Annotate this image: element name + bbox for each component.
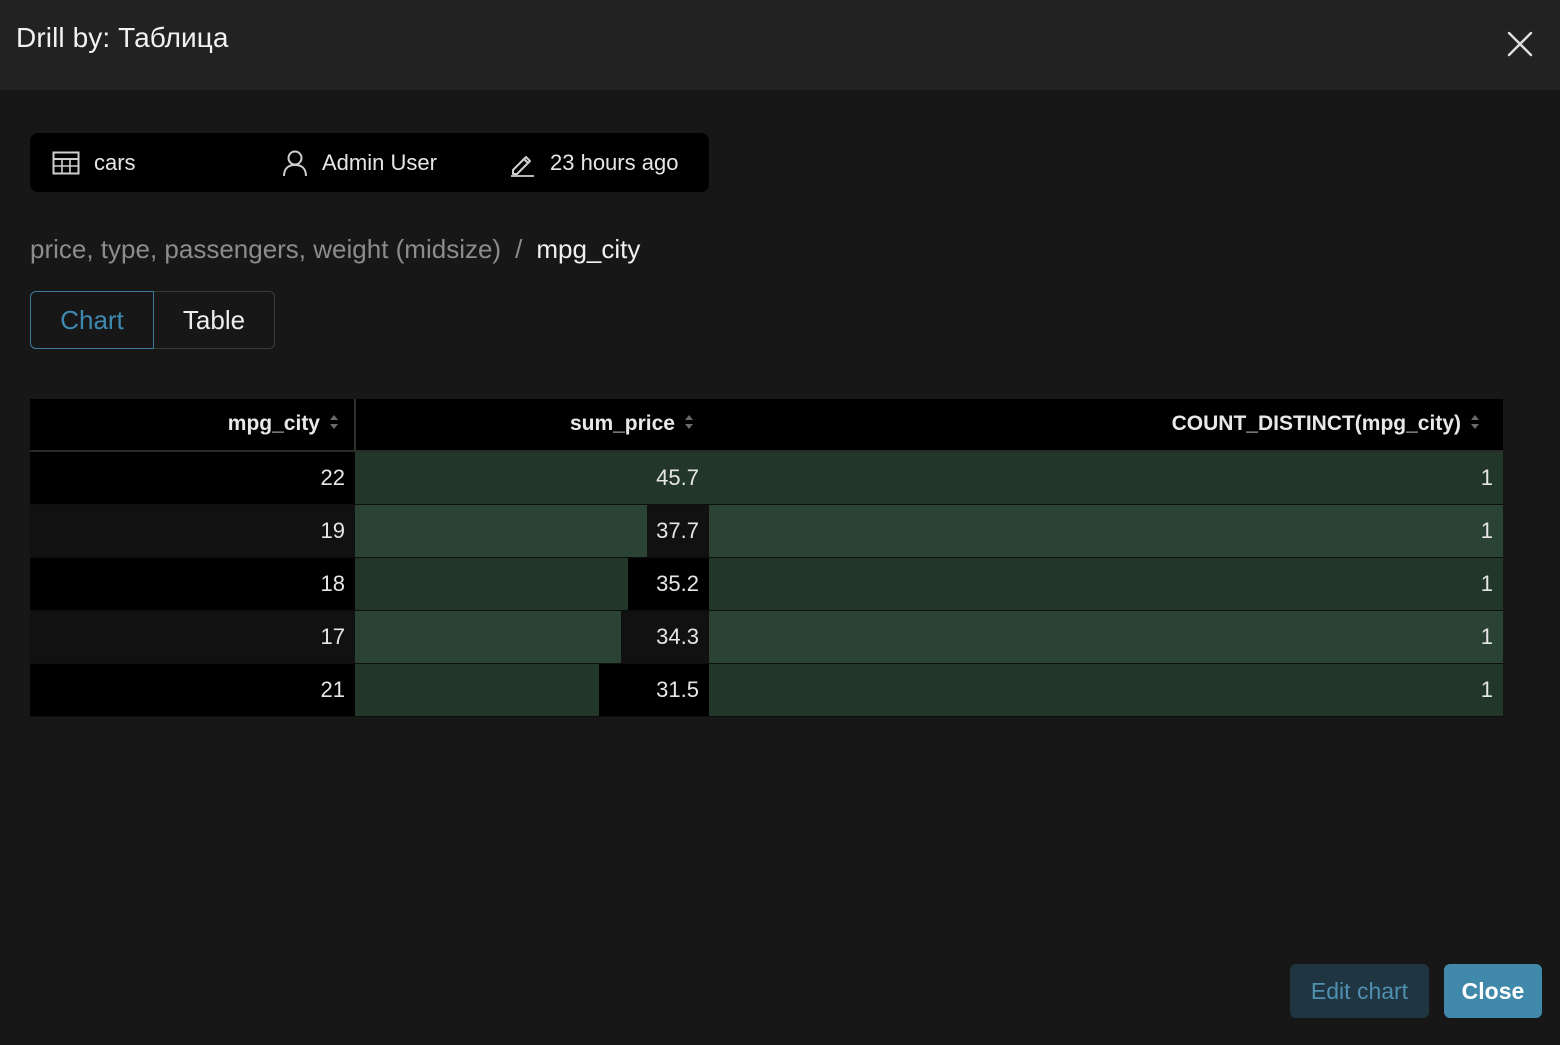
table-row: 21 31.5 1 [30, 663, 1503, 717]
cell-value: 1 [1480, 570, 1493, 596]
drill-by-modal: Drill by: Таблица cars Admin User 23 hou… [0, 0, 1560, 1045]
value-bar [709, 663, 1503, 716]
modal-title: Drill by: Таблица [16, 22, 229, 53]
results-table: mpg_city sum_price COUNT_DISTINCT(mpg_ci… [30, 399, 1503, 717]
column-header-label: mpg_city [227, 412, 320, 436]
toggle-table[interactable]: Table [154, 291, 275, 349]
cell-count-distinct: 1 [709, 557, 1503, 611]
table-row: 18 35.2 1 [30, 557, 1503, 611]
cell-value: 45.7 [656, 464, 699, 490]
breadcrumb-previous[interactable]: price, type, passengers, weight (midsize… [30, 234, 501, 265]
cell-mpg-city: 18 [30, 557, 355, 611]
cell-value: 17 [320, 623, 345, 649]
cell-count-distinct: 1 [709, 451, 1503, 505]
owner-info: Admin User [282, 133, 437, 192]
close-icon[interactable] [1500, 24, 1540, 64]
modified-time: 23 hours ago [550, 149, 679, 175]
value-bar [709, 504, 1503, 557]
table-row: 17 34.3 1 [30, 610, 1503, 664]
toggle-chart[interactable]: Chart [30, 291, 154, 349]
sort-icon [328, 413, 340, 437]
owner-name: Admin User [322, 149, 437, 175]
cell-mpg-city: 17 [30, 610, 355, 664]
sort-icon [683, 413, 695, 437]
cell-mpg-city: 21 [30, 663, 355, 717]
cell-value: 1 [1480, 623, 1493, 649]
column-header-label: sum_price [569, 412, 675, 436]
cell-value: 21 [320, 676, 345, 702]
cell-sum-price: 45.7 [355, 451, 709, 505]
value-bar [355, 610, 621, 663]
cell-mpg-city: 22 [30, 451, 355, 505]
column-header-mpg-city[interactable]: mpg_city [30, 399, 356, 452]
breadcrumb: price, type, passengers, weight (midsize… [30, 232, 640, 266]
edit-chart-button[interactable]: Edit chart [1290, 964, 1429, 1018]
value-bar [355, 557, 628, 610]
cell-value: 31.5 [656, 676, 699, 702]
column-header-label: COUNT_DISTINCT(mpg_city) [1171, 412, 1461, 436]
table-row: 19 37.7 1 [30, 504, 1503, 558]
breadcrumb-separator: / [515, 233, 523, 264]
table-icon [52, 151, 80, 175]
chart-metadata-bar: cars Admin User 23 hours ago [30, 133, 709, 192]
cell-value: 19 [320, 517, 345, 543]
table-header-row: mpg_city sum_price COUNT_DISTINCT(mpg_ci… [30, 399, 1503, 452]
column-header-count-distinct[interactable]: COUNT_DISTINCT(mpg_city) [709, 399, 1503, 452]
edit-icon [508, 149, 536, 177]
dataset-info: cars [52, 133, 136, 192]
cell-count-distinct: 1 [709, 663, 1503, 717]
cell-value: 22 [320, 464, 345, 490]
user-icon [282, 149, 308, 177]
cell-count-distinct: 1 [709, 504, 1503, 558]
cell-value: 1 [1480, 676, 1493, 702]
cell-value: 18 [320, 570, 345, 596]
value-bar [355, 504, 648, 557]
sort-icon [1469, 413, 1481, 437]
cell-value: 1 [1480, 517, 1493, 543]
cell-sum-price: 35.2 [355, 557, 709, 611]
cell-value: 37.7 [656, 517, 699, 543]
cell-value: 34.3 [656, 623, 699, 649]
table-body: 22 45.7 1 19 37.7 1 18 35.2 1 17 34.3 1 21 31.5 1 [30, 451, 1503, 717]
column-header-sum-price[interactable]: sum_price [355, 399, 709, 452]
value-bar [355, 663, 599, 716]
value-bar [709, 452, 1503, 504]
breadcrumb-current: mpg_city [536, 233, 641, 264]
cell-count-distinct: 1 [709, 610, 1503, 664]
cell-mpg-city: 19 [30, 504, 355, 558]
cell-value: 1 [1480, 464, 1493, 490]
modified-info: 23 hours ago [508, 133, 678, 192]
view-toggle: Chart Table [30, 291, 275, 349]
cell-value: 35.2 [656, 570, 699, 596]
value-bar [709, 557, 1503, 610]
modal-header: Drill by: Таблица [0, 0, 1560, 90]
dataset-name: cars [94, 149, 136, 175]
value-bar [709, 610, 1503, 663]
close-button[interactable]: Close [1444, 964, 1542, 1018]
table-row: 22 45.7 1 [30, 451, 1503, 505]
cell-sum-price: 34.3 [355, 610, 709, 664]
cell-sum-price: 31.5 [355, 663, 709, 717]
cell-sum-price: 37.7 [355, 504, 709, 558]
